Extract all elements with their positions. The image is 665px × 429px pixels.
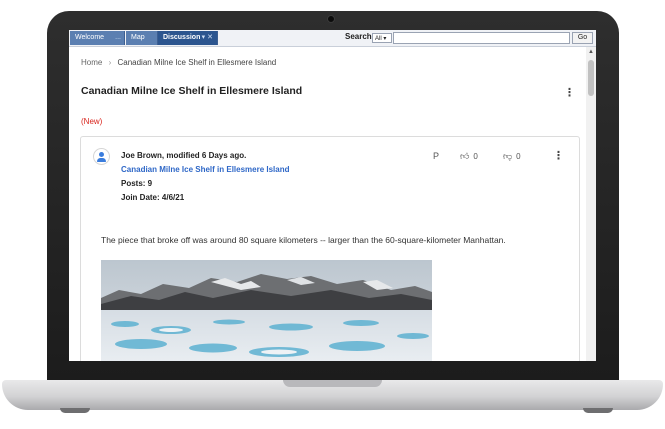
top-toolbar: Welcome ... Map Discussion ▾ ✕ Search: A… [69, 30, 596, 47]
tab-label: Discussion [163, 34, 201, 41]
breadcrumb-current: Canadian Milne Ice Shelf in Ellesmere Is… [117, 58, 277, 67]
thumbs-up-icon: 👍︎ [460, 151, 470, 161]
search-input[interactable] [393, 32, 570, 44]
page-title: Canadian Milne Ice Shelf in Ellesmere Is… [81, 85, 303, 97]
like-count: 0 [473, 152, 478, 161]
tab-label: Welcome [75, 34, 105, 41]
like-button[interactable]: 👍︎ 0 [460, 151, 478, 162]
thumbs-down-icon: 👎︎ [503, 151, 513, 161]
screen: Welcome ... Map Discussion ▾ ✕ Search: A… [69, 30, 596, 361]
tab-welcome[interactable]: Welcome ... [70, 31, 125, 45]
page-options-icon[interactable]: ⋮ [564, 88, 575, 99]
tab-map[interactable]: Map [126, 31, 158, 45]
author-line: Joe Brown, modified 6 Days ago. [121, 151, 247, 160]
camera-icon [327, 15, 335, 23]
laptop-base-notch [283, 380, 382, 387]
breadcrumb-separator-icon: › [108, 58, 112, 67]
vertical-scrollbar[interactable]: ▲ [586, 47, 596, 361]
tab-discussion[interactable]: Discussion ▾ ✕ [158, 31, 218, 45]
user-avatar-icon[interactable] [93, 148, 110, 165]
arctic-landscape-image [101, 260, 432, 361]
breadcrumb-home[interactable]: Home [81, 58, 102, 67]
post-meta: Joe Brown, modified 6 Days ago. Canadian… [121, 149, 290, 205]
new-badge: (New) [81, 117, 103, 126]
search-label: Search: [345, 32, 375, 41]
dislike-count: 0 [516, 152, 521, 161]
post-card: Joe Brown, modified 6 Days ago. Canadian… [80, 136, 580, 361]
post-options-icon[interactable]: ⋮ [553, 151, 564, 162]
search-scope-select[interactable]: All ▾ [372, 33, 392, 43]
p-mark: P [433, 151, 440, 161]
go-button[interactable]: Go [572, 32, 593, 44]
post-body: The piece that broke off was around 80 s… [101, 235, 506, 245]
scroll-thumb[interactable] [588, 60, 594, 96]
tab-menu-icon[interactable]: ... [115, 31, 121, 45]
tab-label: Map [131, 34, 145, 41]
scroll-up-arrow-icon[interactable]: ▲ [586, 47, 596, 57]
laptop-foot [60, 408, 90, 413]
laptop-foot [583, 408, 613, 413]
tab-close-icon[interactable]: ▾ ✕ [202, 31, 213, 45]
thread-link[interactable]: Canadian Milne Ice Shelf in Ellesmere Is… [121, 163, 290, 177]
dislike-button[interactable]: 👎︎ 0 [503, 151, 521, 162]
breadcrumb: Home › Canadian Milne Ice Shelf in Elles… [81, 58, 276, 67]
posts-count: Posts: 9 [121, 179, 153, 188]
avatar-body [97, 158, 106, 162]
join-date: Join Date: 4/6/21 [121, 193, 185, 202]
avatar-head [99, 152, 104, 157]
